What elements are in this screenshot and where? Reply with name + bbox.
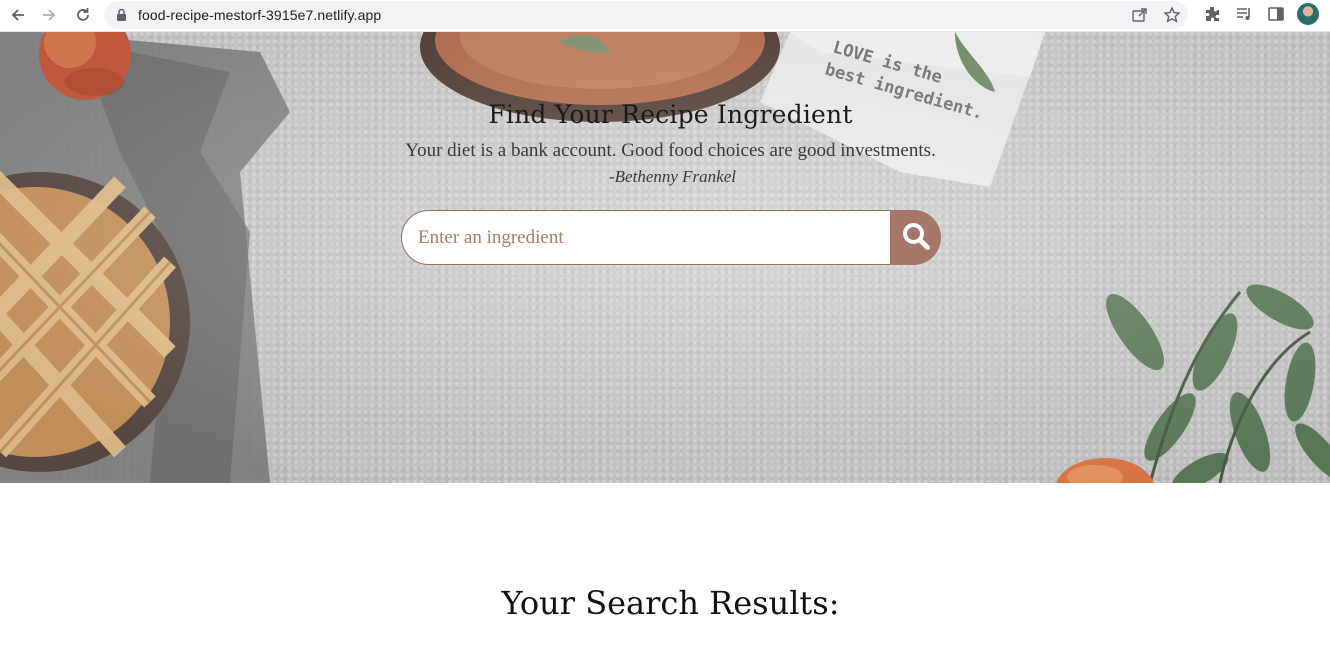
back-icon[interactable] [6,3,30,27]
browser-toolbar: food-recipe-mestorf-3915e7.netlify.app [0,0,1330,32]
lock-icon[interactable] [116,8,127,27]
address-bar[interactable]: food-recipe-mestorf-3915e7.netlify.app [104,1,1188,29]
side-panel-icon[interactable] [1266,4,1286,29]
forward-icon[interactable] [37,3,61,27]
url-text[interactable]: food-recipe-mestorf-3915e7.netlify.app [138,7,381,23]
page-title: Find Your Recipe Ingredient [488,100,853,129]
extensions-icon[interactable] [1202,4,1222,29]
results-heading: Your Search Results: [501,584,840,622]
search-form [401,210,941,265]
hero-quote: Your diet is a bank account. Good food c… [405,140,936,161]
search-input[interactable] [401,210,901,265]
media-icon[interactable] [1234,4,1254,29]
hero-banner: LOVE is the best ingredient. Find Your R… [0,32,1330,483]
avatar[interactable] [1297,3,1319,25]
reload-icon[interactable] [71,3,95,27]
star-icon[interactable] [1163,6,1181,29]
share-icon[interactable] [1131,6,1149,29]
search-button[interactable] [890,210,941,265]
search-icon [901,221,931,254]
quote-author: -Bethenny Frankel [609,167,736,186]
